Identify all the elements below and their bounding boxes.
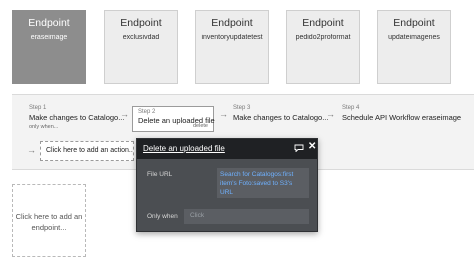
endpoint-title: Endpoint <box>393 17 435 29</box>
endpoint-card-inventoryupdatetest[interactable]: Endpoint inventoryupdatetest <box>195 10 269 84</box>
add-endpoint-button[interactable]: Click here to add an endpoint... <box>12 184 86 257</box>
step-condition: only when... <box>29 124 59 130</box>
endpoint-name: updateimagenes <box>388 34 440 41</box>
workflow-step-3[interactable]: Step 3 Make changes to Catalogo... <box>233 105 328 122</box>
step-number: Step 3 <box>233 105 251 111</box>
step-name: Make changes to Catalogo... <box>29 113 125 122</box>
add-endpoint-label-line1: Click here to add an <box>15 212 83 221</box>
step-name: Schedule API Workflow eraseimage <box>342 113 462 122</box>
workflow-step-1[interactable]: Step 1 Make changes to Catalogo... only … <box>29 105 127 130</box>
step-number: Step 1 <box>29 105 47 111</box>
step-number: Step 2 <box>138 109 156 115</box>
only-when-field[interactable]: Click <box>184 209 309 224</box>
arrow-right-icon: → <box>326 109 335 119</box>
file-url-label: File URL <box>147 171 173 178</box>
file-url-value-line1: Search for Catalogos:first <box>220 171 294 178</box>
endpoint-card-eraseimage[interactable]: Endpoint eraseimage <box>12 10 86 84</box>
add-endpoint-label-line2: endpoint... <box>31 223 67 232</box>
endpoint-card-updateimagenes[interactable]: Endpoint updateimagenes <box>377 10 451 84</box>
endpoint-title: Endpoint <box>211 17 253 29</box>
file-url-value-line3: URL <box>220 189 234 196</box>
workflow-step-2[interactable]: Step 2 Delete an uploaded file delete <box>132 106 215 132</box>
delete-step-link[interactable]: delete <box>193 123 208 129</box>
panel-header: Delete an uploaded file ✕ <box>137 139 317 159</box>
endpoint-card-pedido2proformat[interactable]: Endpoint pedido2proformat <box>286 10 360 84</box>
workflow-step-4[interactable]: Step 4 Schedule API Workflow eraseimage <box>342 105 472 122</box>
panel-title[interactable]: Delete an uploaded file <box>143 144 225 153</box>
endpoint-title: Endpoint <box>120 17 162 29</box>
endpoint-name: inventoryupdatetest <box>201 34 263 41</box>
step-number: Step 4 <box>342 105 360 111</box>
endpoint-name: exclusivdad <box>122 34 160 41</box>
endpoint-name: eraseimage <box>30 34 68 41</box>
add-action-button[interactable]: Click here to add an action... <box>40 141 134 161</box>
endpoint-title: Endpoint <box>28 17 70 29</box>
only-when-label: Only when <box>147 213 178 220</box>
arrow-right-icon: → <box>27 145 36 155</box>
endpoint-title: Endpoint <box>302 17 344 29</box>
endpoint-card-exclusivdad[interactable]: Endpoint exclusivdad <box>104 10 178 84</box>
endpoint-name: pedido2proformat <box>295 34 351 41</box>
arrow-right-icon: → <box>219 109 228 119</box>
step-name: Make changes to Catalogo... <box>233 113 329 122</box>
arrow-right-icon: → <box>120 109 129 119</box>
close-icon[interactable]: ✕ <box>308 142 316 152</box>
comment-icon[interactable] <box>294 144 304 152</box>
file-url-value-line2: item's Foto:saved to S3's <box>220 180 293 187</box>
file-url-field[interactable]: Search for Catalogos:first item's Foto:s… <box>217 168 309 198</box>
